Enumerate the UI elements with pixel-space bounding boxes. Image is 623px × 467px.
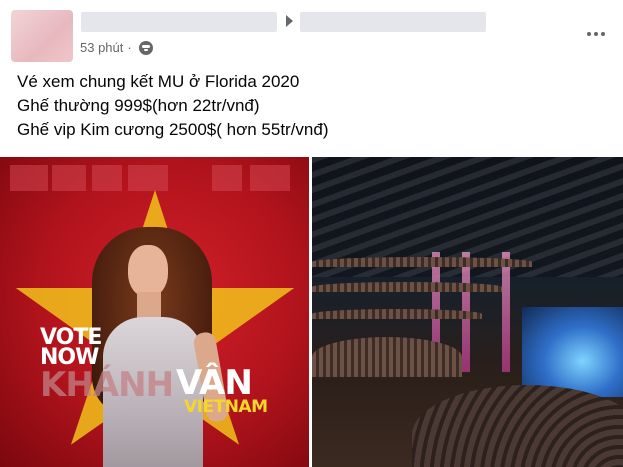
stage-screen bbox=[522, 307, 623, 397]
post-text-line: Ghế thường 999$(hơn 22tr/vnđ) bbox=[17, 96, 260, 115]
post-photo-contestant[interactable]: VOTE NOW KHÁNH VÂN VIETNAM bbox=[0, 157, 309, 467]
name-first: KHÁNH bbox=[40, 365, 174, 405]
country-label: VIETNAM bbox=[184, 397, 268, 417]
group-name-blurred[interactable] bbox=[300, 12, 486, 32]
blurred-region bbox=[10, 165, 48, 191]
arena-floor-seats bbox=[412, 385, 623, 467]
post-meta: 53 phút · bbox=[80, 40, 153, 55]
vote-now-text: VOTE NOW bbox=[40, 327, 102, 369]
avatar[interactable] bbox=[11, 10, 73, 62]
globe-icon bbox=[138, 40, 153, 55]
more-options-button[interactable] bbox=[583, 26, 609, 42]
post-text-line: Vé xem chung kết MU ở Florida 2020 bbox=[17, 72, 300, 91]
blurred-region bbox=[128, 165, 168, 191]
post-photo-arena[interactable] bbox=[312, 157, 623, 467]
ellipsis-dot bbox=[601, 32, 605, 36]
post-text: Vé xem chung kết MU ở Florida 2020 Ghế t… bbox=[17, 70, 329, 142]
seating-tier bbox=[312, 257, 532, 267]
contestant-face bbox=[128, 245, 168, 297]
post-timestamp[interactable]: 53 phút bbox=[80, 40, 123, 55]
blurred-region bbox=[212, 165, 242, 191]
ellipsis-icon bbox=[587, 32, 591, 36]
contestant-neck bbox=[137, 292, 161, 318]
seating-tier bbox=[312, 282, 502, 292]
blurred-region bbox=[250, 165, 290, 191]
post-text-line: Ghế vip Kim cương 2500$( hơn 55tr/vnđ) bbox=[17, 120, 329, 139]
seating-tier bbox=[312, 309, 482, 319]
blurred-region bbox=[52, 165, 86, 191]
stage-light-pillar bbox=[502, 252, 510, 372]
seating-tier bbox=[312, 337, 462, 377]
ellipsis-dot bbox=[594, 32, 598, 36]
blurred-region bbox=[92, 165, 122, 191]
author-name-blurred[interactable] bbox=[81, 12, 277, 32]
shared-to-arrow-icon bbox=[286, 15, 293, 27]
facebook-post: 53 phút · Vé xem chung kết MU ở Florida … bbox=[0, 0, 623, 467]
separator-dot: · bbox=[127, 40, 132, 55]
